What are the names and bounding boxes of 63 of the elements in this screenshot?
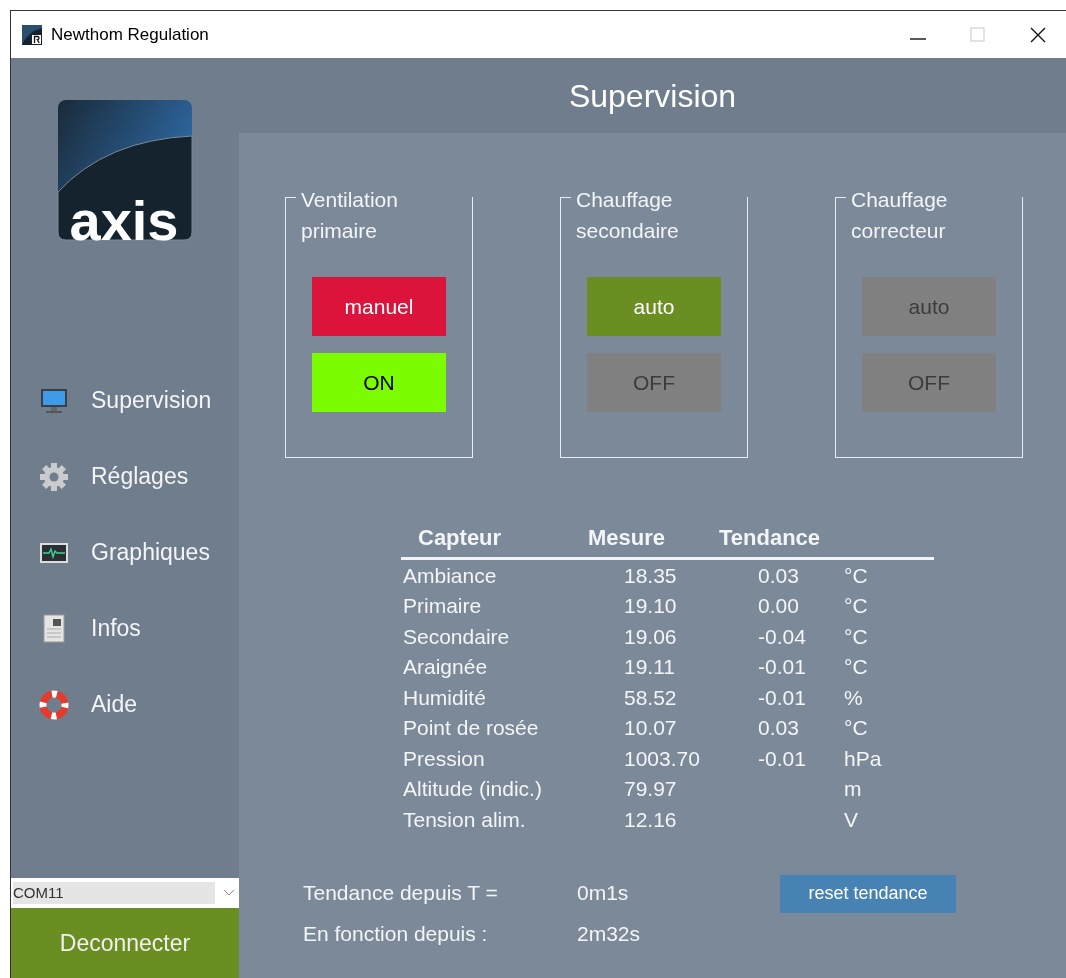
table-cell-text: Secondaire: [402, 623, 511, 650]
power-button[interactable]: OFF: [587, 353, 721, 412]
app-icon: [21, 23, 43, 46]
status-label: Tendance depuis T =: [303, 879, 499, 906]
table-cell-text: 18.35: [623, 562, 678, 589]
mode-button[interactable]: auto: [587, 277, 721, 336]
column-header: Tendance: [719, 524, 822, 552]
table-cell-text: °C: [843, 715, 869, 741]
power-button[interactable]: OFF: [862, 353, 996, 412]
table-cell: 0.03: [758, 716, 799, 739]
table-cell-text: 1003.70: [623, 745, 701, 772]
status-value: 0m1s: [577, 879, 629, 906]
table-cell-text: 58.52: [623, 684, 678, 711]
table-cell-text: V: [843, 806, 859, 833]
table-cell-text: 10.07: [623, 715, 678, 741]
mode-button[interactable]: auto: [862, 277, 996, 336]
table-cell: -0.01: [758, 685, 806, 709]
table-cell: -0.01: [758, 655, 806, 678]
sidebar-item[interactable]: Infos: [11, 612, 239, 645]
status-label: En fonction depuis :: [303, 921, 489, 947]
page-title: Supervision: [568, 76, 737, 116]
table-cell-text: 12.16: [623, 806, 678, 833]
table-cell-text: hPa: [843, 745, 883, 772]
table-cell-text: 19.06: [623, 623, 678, 650]
sidebar-item[interactable]: Graphiques: [11, 536, 239, 569]
sidebar-item[interactable]: Supervision: [11, 384, 239, 417]
table-cell-text: Araignée: [402, 654, 489, 680]
sidebar-item[interactable]: Aide: [11, 688, 239, 721]
table-cell-text: 79.97: [623, 776, 678, 802]
chevron-icon: [223, 889, 235, 897]
table-cell: -0.04: [758, 624, 806, 648]
table-cell-text: Point de rosée: [402, 715, 540, 741]
table-cell-text: m: [843, 776, 863, 802]
table-cell-text: Humidité: [402, 684, 487, 711]
table-cell-text: %: [843, 684, 864, 711]
column-header: Capteur: [417, 524, 503, 552]
logo-text: axis: [69, 189, 179, 244]
mode-button[interactable]: manuel: [312, 277, 446, 336]
lifebuoy-icon: [39, 689, 69, 720]
table-cell: -0.01: [758, 746, 806, 770]
table-cell: 0.03: [758, 563, 799, 587]
table-cell-text: Pression: [402, 745, 486, 772]
table-cell-text: Altitude (indic.): [402, 776, 543, 802]
window-title: Newthom Regulation: [51, 23, 209, 46]
disconnect-button[interactable]: Deconnecter: [11, 908, 239, 978]
column-header: Mesure: [588, 524, 667, 552]
close-icon[interactable]: [1030, 26, 1046, 43]
port-dropdown[interactable]: COM11: [11, 878, 239, 908]
table-cell-text: Tension alim.: [402, 806, 527, 833]
sidebar-item[interactable]: Réglages: [11, 460, 239, 493]
table-cell-text: °C: [843, 593, 869, 619]
reset-trend-button[interactable]: reset tendance: [780, 874, 957, 913]
table-cell-text: 19.11: [623, 654, 676, 680]
power-button[interactable]: ON: [312, 353, 446, 412]
table-cell-text: °C: [843, 623, 869, 650]
table-cell-text: 19.10: [623, 593, 678, 619]
table-cell-text: Primaire: [402, 593, 483, 619]
gear-icon: [39, 461, 69, 492]
table-cell-text: Ambiance: [402, 562, 498, 589]
table-cell-text: °C: [843, 562, 869, 589]
table-cell: 0.00: [758, 594, 799, 617]
table-cell-text: °C: [843, 654, 869, 680]
status-value: 2m32s: [577, 921, 641, 947]
